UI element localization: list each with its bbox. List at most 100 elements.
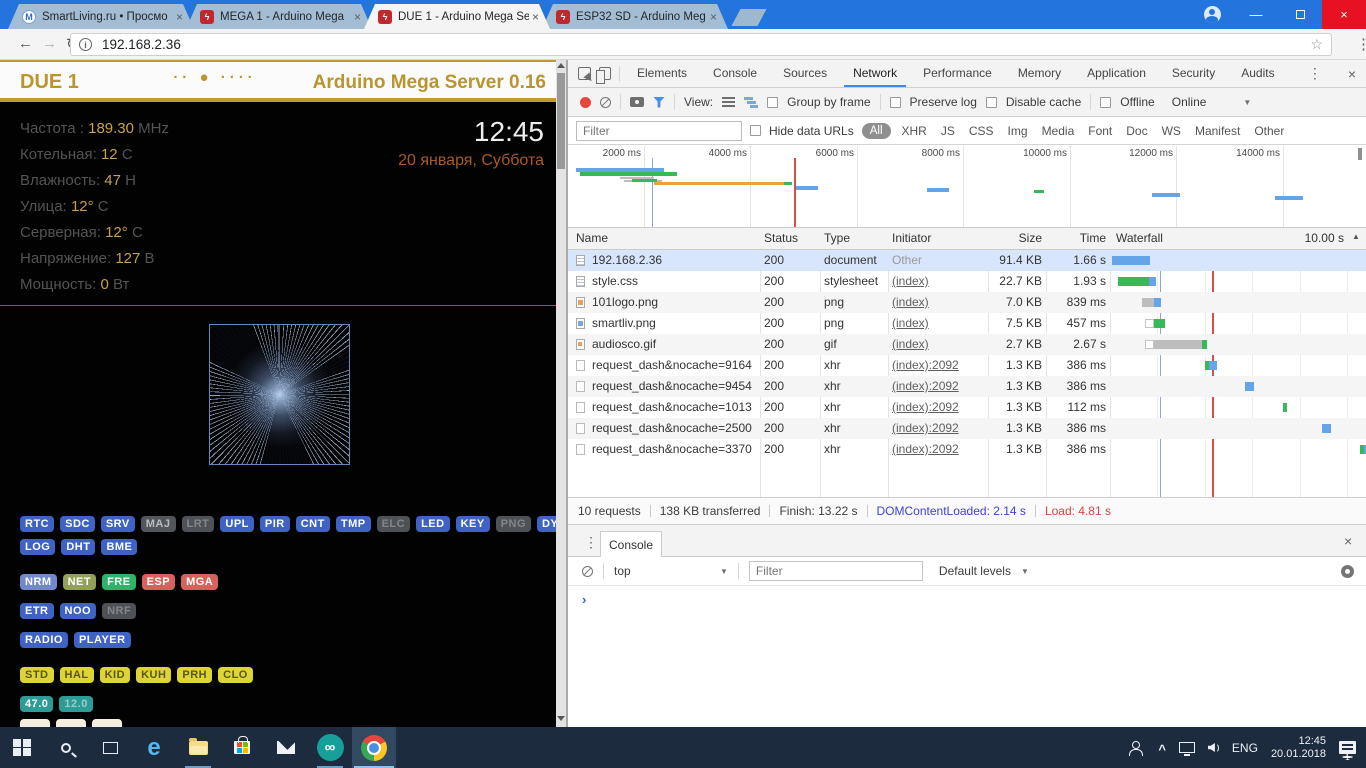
module-button[interactable]: PIR [260,516,290,532]
clear-icon[interactable] [600,97,611,108]
browser-tab-esp32[interactable]: ϟ ESP32 SD - Arduino Meg × [542,4,728,29]
filter-css[interactable]: CSS [966,124,997,138]
scrollbar-thumb[interactable] [557,73,565,169]
request-row[interactable]: request_dash&nocache=2500 200 xhr (index… [568,418,1366,439]
module-button[interactable]: KUH [136,667,171,683]
value-badge[interactable]: 47.0 [20,696,53,712]
console-clear-icon[interactable] [582,566,593,577]
task-view-button[interactable] [88,727,132,768]
filter-funnel-icon[interactable] [653,97,665,108]
module-button[interactable]: PRH [177,667,212,683]
browser-tab-due1-active[interactable]: ϟ DUE 1 - Arduino Mega Se × [364,4,550,29]
req-initiator-link[interactable]: (index) [892,313,929,334]
context-caret-icon[interactable]: ▼ [720,567,728,576]
tab-sources[interactable]: Sources [774,60,836,87]
edge-button[interactable]: e [132,727,176,768]
inspect-element-icon[interactable] [578,67,591,80]
req-initiator-link[interactable]: (index) [892,271,929,292]
module-button[interactable]: NOO [60,603,97,619]
tab-close-icon[interactable]: × [173,11,186,23]
store-button[interactable] [220,727,264,768]
col-type[interactable]: Type [824,231,850,245]
levels-caret-icon[interactable]: ▼ [1021,567,1029,576]
module-button[interactable]: DHT [61,539,95,555]
request-row[interactable]: request_dash&nocache=3370 200 xhr (index… [568,439,1366,460]
network-status-icon[interactable] [1179,742,1195,753]
screenshot-camera-icon[interactable] [630,97,644,107]
context-select[interactable]: top [614,564,710,578]
filter-all[interactable]: All [862,123,891,139]
filter-doc[interactable]: Doc [1123,124,1150,138]
tab-close-icon[interactable]: × [351,11,364,23]
req-initiator-link[interactable]: (index):2092 [892,418,959,439]
module-button[interactable]: SRV [101,516,135,532]
filter-xhr[interactable]: XHR [899,124,930,138]
module-button[interactable]: PLAYER [74,632,131,648]
module-button[interactable]: NET [63,574,97,590]
overview-scroll-thumb[interactable] [1358,148,1362,160]
req-initiator-link[interactable]: (index):2092 [892,397,959,418]
page-scrollbar[interactable] [556,60,566,727]
restore-button[interactable] [1278,0,1322,29]
console-prompt-icon[interactable]: › [582,592,586,607]
sort-asc-icon[interactable]: ▲ [1352,232,1360,241]
back-icon[interactable]: ← [18,35,33,52]
module-button[interactable]: HAL [60,667,94,683]
scroll-up-icon[interactable] [557,63,565,68]
request-row[interactable]: smartliv.png 200 png (index) 7.5 KB 457 … [568,313,1366,334]
request-row[interactable]: audiosco.gif 200 gif (index) 2.7 KB 2.67… [568,334,1366,355]
request-row[interactable]: 192.168.2.36 200 document Other 91.4 KB … [568,250,1366,271]
forward-icon[interactable]: → [42,35,57,52]
value-badge[interactable]: 12.0 [59,696,92,712]
col-size[interactable]: Size [968,231,1042,245]
filter-ws[interactable]: WS [1159,124,1184,138]
filter-other[interactable]: Other [1251,124,1287,138]
throttling-select[interactable]: Online [1172,95,1207,109]
col-time[interactable]: Time [1032,231,1106,245]
page-info-icon[interactable]: i [79,38,92,51]
close-window-button[interactable]: × [1322,0,1366,29]
language-indicator[interactable]: ENG [1232,741,1258,755]
devtools-close-icon[interactable]: × [1338,66,1366,82]
hide-data-urls-checkbox[interactable] [750,125,761,136]
bookmark-star-icon[interactable]: ☆ [1310,36,1323,53]
browser-tab-smartliving[interactable]: M SmartLiving.ru • Просмо × [8,4,194,29]
module-button[interactable]: TMP [336,516,371,532]
search-button[interactable] [44,727,88,768]
col-initiator[interactable]: Initiator [892,231,931,245]
req-initiator-link[interactable]: (index):2092 [892,439,959,460]
module-button[interactable]: FRE [102,574,136,590]
chrome-button[interactable] [352,727,396,768]
module-button[interactable]: BME [101,539,137,555]
address-bar[interactable]: i 192.168.2.36 ☆ [70,33,1332,56]
minimize-button[interactable]: — [1234,0,1278,29]
tab-memory[interactable]: Memory [1009,60,1070,87]
module-button[interactable]: NRM [20,574,57,590]
drawer-menu-icon[interactable]: ⋮ [584,534,598,551]
module-button[interactable]: CNT [296,516,330,532]
module-button[interactable]: CLO [218,667,253,683]
col-waterfall[interactable]: Waterfall [1116,231,1163,245]
file-explorer-button[interactable] [176,727,220,768]
action-center-icon[interactable]: 1 [1339,741,1356,754]
col-status[interactable]: Status [764,231,798,245]
levels-select[interactable]: Default levels [939,564,1011,578]
module-button[interactable]: ETR [20,603,54,619]
profile-button[interactable] [1190,0,1234,29]
drawer-close-icon[interactable]: × [1344,533,1352,549]
module-button[interactable]: MGA [181,574,218,590]
request-row[interactable]: request_dash&nocache=9164 200 xhr (index… [568,355,1366,376]
col-name[interactable]: Name [576,231,608,245]
module-button[interactable]: KEY [456,516,490,532]
module-button[interactable]: MAJ [141,516,176,532]
console-settings-gear-icon[interactable] [1341,565,1354,578]
start-button[interactable] [0,727,44,768]
module-button[interactable]: LED [416,516,450,532]
module-button[interactable]: LOG [20,539,55,555]
tab-network[interactable]: Network [844,60,906,87]
mail-button[interactable] [264,727,308,768]
browser-tab-mega1[interactable]: ϟ MEGA 1 - Arduino Mega × [186,4,372,29]
req-initiator-link[interactable]: (index):2092 [892,376,959,397]
offline-checkbox[interactable] [1100,97,1111,108]
filter-manifest[interactable]: Manifest [1192,124,1243,138]
